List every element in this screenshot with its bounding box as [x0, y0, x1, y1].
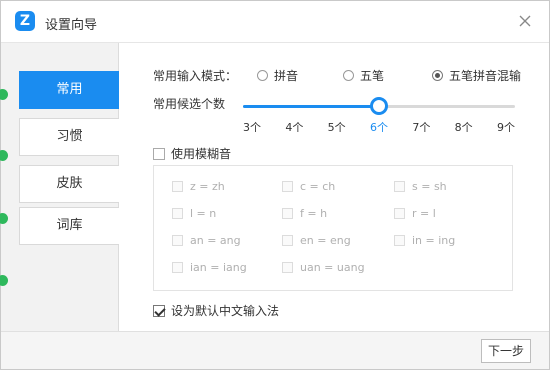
radio-pinyin[interactable]: 拼音 [257, 67, 298, 83]
fuzzy-option-label: f = h [300, 207, 328, 220]
checkbox-box [394, 235, 405, 246]
fuzzy-option-checkbox[interactable]: uan = uang [282, 261, 365, 274]
fuzzy-pinyin-panel: z = zh c = ch s = sh l = n f = h r = l an = an… [153, 165, 513, 291]
fuzzy-option-checkbox[interactable]: ian = iang [172, 261, 247, 274]
checkbox-box [282, 235, 293, 246]
tab-dictionary[interactable]: 词库 [19, 207, 119, 245]
sidebar: 常用 习惯 皮肤 词库 [0, 43, 119, 331]
slider-tick-label: 9个 [497, 121, 515, 134]
fuzzy-option-checkbox[interactable]: en = eng [282, 234, 351, 247]
fuzzy-option-checkbox[interactable]: s = sh [394, 180, 447, 193]
fuzzy-option-checkbox[interactable]: z = zh [172, 180, 225, 193]
settings-panel: 常用输入模式： 拼音 五笔 五笔拼音混输 常用候选个数 使用模糊音 z = zh… [119, 43, 549, 331]
radio-wubi-pinyin-mixed[interactable]: 五笔拼音混输 [432, 67, 521, 83]
fuzzy-option-label: r = l [412, 207, 436, 220]
slider-handle[interactable] [370, 97, 388, 115]
fuzzy-option-label: s = sh [412, 180, 447, 193]
fuzzy-option-checkbox[interactable]: l = n [172, 207, 216, 220]
title-bar: Z 设置向导 [1, 1, 549, 43]
tab-common[interactable]: 常用 [19, 71, 119, 109]
app-logo-icon: Z [15, 11, 35, 31]
checkbox-box [172, 181, 183, 192]
radio-label: 五笔拼音混输 [449, 68, 522, 83]
checkbox-box [282, 208, 293, 219]
checkbox-box [282, 181, 293, 192]
checkbox-box [153, 147, 165, 160]
fuzzy-option-label: c = ch [300, 180, 336, 193]
checkbox-box [282, 262, 293, 273]
checkbox-label: 设为默认中文输入法 [171, 304, 280, 318]
tab-skin[interactable]: 皮肤 [19, 165, 119, 203]
radio-label: 拼音 [274, 68, 299, 83]
fuzzy-option-label: ian = iang [190, 261, 247, 274]
checkbox-box [172, 262, 183, 273]
fuzzy-option-label: en = eng [300, 234, 351, 247]
footer-bar: 下一步 [1, 331, 549, 369]
candidate-count-label: 常用候选个数 [153, 97, 226, 111]
close-icon [519, 15, 531, 27]
fuzzy-option-label: z = zh [190, 180, 225, 193]
slider-tick-label: 3个 [243, 121, 261, 134]
settings-wizard-window: Z 设置向导 常用 习惯 皮肤 词库 常用输入模式： 拼音 五笔 五笔拼音混输 … [0, 0, 550, 370]
close-button[interactable] [515, 11, 535, 31]
default-ime-checkbox[interactable]: 设为默认中文输入法 [153, 302, 279, 319]
slider-tick-label: 8个 [454, 121, 473, 134]
slider-fill [243, 105, 379, 108]
radio-circle [343, 69, 354, 81]
slider-tick-label: 5个 [327, 121, 346, 134]
checkbox-label: 使用模糊音 [171, 147, 232, 161]
step-complete-icon [0, 150, 8, 161]
slider-tick-label: 7个 [412, 121, 431, 134]
fuzzy-option-checkbox[interactable]: in = ing [394, 234, 455, 247]
step-complete-icon [0, 275, 8, 286]
fuzzy-option-label: an = ang [190, 234, 241, 247]
fuzzy-option-label: in = ing [412, 234, 456, 247]
fuzzy-option-checkbox[interactable]: r = l [394, 207, 436, 220]
checkbox-box [172, 208, 183, 219]
radio-circle [257, 69, 268, 81]
checkbox-box [394, 181, 405, 192]
candidate-count-slider[interactable] [243, 95, 515, 119]
radio-wubi[interactable]: 五笔 [343, 67, 384, 83]
checkbox-box [172, 235, 183, 246]
fuzzy-option-checkbox[interactable]: f = h [282, 207, 327, 220]
checkbox-box [394, 208, 405, 219]
step-complete-icon [0, 213, 8, 224]
next-step-button[interactable]: 下一步 [481, 339, 531, 363]
checkbox-box [153, 304, 165, 317]
step-complete-icon [0, 89, 8, 100]
slider-tick-label: 6个 [370, 121, 388, 134]
fuzzy-option-label: l = n [190, 207, 217, 220]
input-mode-label: 常用输入模式： [153, 69, 238, 83]
slider-tick-label: 4个 [285, 121, 304, 134]
fuzzy-option-checkbox[interactable]: c = ch [282, 180, 335, 193]
tab-habits[interactable]: 习惯 [19, 118, 119, 156]
radio-label: 五笔 [360, 68, 385, 83]
fuzzy-pinyin-checkbox[interactable]: 使用模糊音 [153, 145, 231, 162]
window-title: 设置向导 [45, 18, 98, 33]
radio-circle [432, 69, 443, 81]
fuzzy-option-label: uan = uang [300, 261, 365, 274]
fuzzy-option-checkbox[interactable]: an = ang [172, 234, 241, 247]
